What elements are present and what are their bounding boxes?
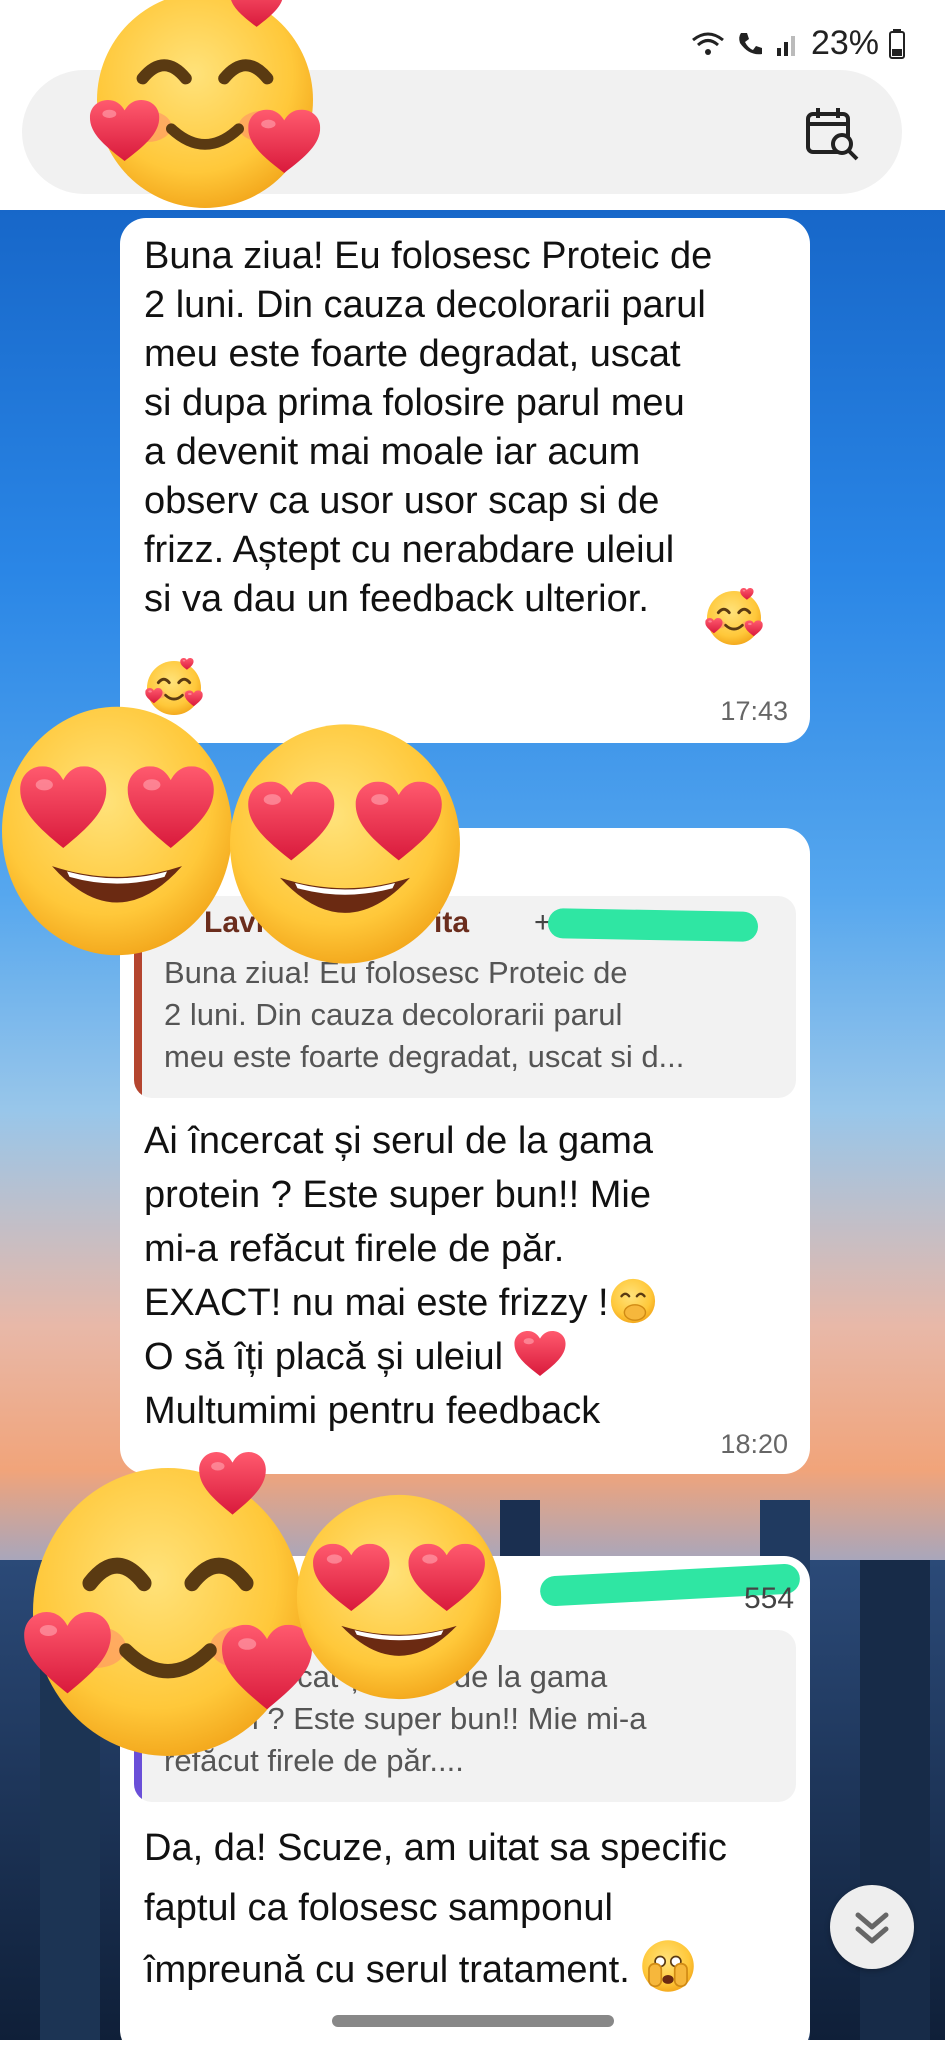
message-line: a devenit mai moale iar acum bbox=[144, 431, 641, 473]
heart-eyes-emoji bbox=[288, 1486, 510, 1708]
sender-phone-end: 554 bbox=[744, 1582, 795, 1615]
message-line: observ ca usor usor scap si de bbox=[144, 480, 660, 522]
scroll-to-bottom-button[interactable] bbox=[830, 1885, 914, 1969]
call-icon bbox=[739, 32, 762, 54]
message-line: meu este foarte degradat, uscat bbox=[144, 333, 681, 375]
quote-line: 2 luni. Din cauza decolorarii parul bbox=[164, 997, 623, 1032]
message-line: Multumimi pentru feedback bbox=[144, 1390, 601, 1432]
home-indicator[interactable] bbox=[332, 2015, 614, 2027]
wifi-icon bbox=[692, 32, 724, 55]
battery-icon bbox=[889, 28, 905, 59]
message-text-3: Da, da! Scuze, am uitat sa specific fapt… bbox=[144, 1818, 727, 2000]
message-line: faptul ca folosesc samponul bbox=[144, 1887, 613, 1929]
quote-line: meu este foarte degradat, uscat si d... bbox=[164, 1039, 685, 1074]
signal-icon bbox=[776, 35, 795, 56]
message-time-2: 18:20 bbox=[720, 1429, 788, 1459]
double-chevron-down-icon bbox=[855, 1912, 889, 1944]
message-line: Buna ziua! Eu folosesc Proteic de bbox=[144, 235, 713, 277]
heart-eyes-emoji bbox=[0, 696, 242, 966]
status-icons: 23% bbox=[691, 24, 905, 63]
face-with-peeking-eye-emoji bbox=[640, 1938, 696, 1994]
hand-over-mouth-emoji bbox=[609, 1277, 657, 1325]
battery-percent: 23% bbox=[810, 24, 879, 62]
smiling-hearts-emoji bbox=[704, 588, 764, 648]
message-text-1: Buna ziua! Eu folosesc Proteic de 2 luni… bbox=[144, 232, 712, 624]
calendar-search-icon[interactable] bbox=[802, 104, 862, 164]
message-line: frizz. Aștept cu nerabdare uleiul bbox=[144, 529, 675, 571]
red-heart-emoji bbox=[514, 1331, 566, 1377]
smiling-hearts-emoji bbox=[18, 1452, 318, 1772]
message-line: protein ? Este super bun!! Mie bbox=[144, 1174, 651, 1216]
redaction-mark bbox=[547, 908, 759, 942]
message-line: Da, da! Scuze, am uitat sa specific bbox=[144, 1827, 727, 1869]
message-line: si dupa prima folosire parul meu bbox=[144, 382, 685, 424]
message-line: mi-a refăcut firele de păr. bbox=[144, 1228, 565, 1270]
message-text-2: Ai încercat și serul de la gama protein … bbox=[144, 1114, 657, 1438]
message-line: Ai încercat și serul de la gama bbox=[144, 1120, 654, 1162]
message-line-with-emoji: O să îți placă și uleiul bbox=[144, 1330, 657, 1384]
message-line: 2 luni. Din cauza decolorarii parul bbox=[144, 284, 706, 326]
message-bubble-1[interactable]: Buna ziua! Eu folosesc Proteic de 2 luni… bbox=[120, 218, 810, 743]
smiling-hearts-emoji bbox=[20, 0, 390, 220]
heart-eyes-emoji bbox=[220, 714, 470, 974]
message-time-1: 17:43 bbox=[720, 696, 788, 726]
message-line: împreună cu serul tratament. bbox=[144, 1949, 630, 1991]
message-line: EXACT! nu mai este frizzy ! bbox=[144, 1282, 609, 1324]
message-line-with-emoji: împreună cu serul tratament. bbox=[144, 1938, 727, 2000]
message-line: O să îți placă și uleiul bbox=[144, 1336, 504, 1378]
message-line: si va dau un feedback ulterior. bbox=[144, 578, 649, 620]
message-line-with-emoji: EXACT! nu mai este frizzy ! bbox=[144, 1276, 657, 1330]
